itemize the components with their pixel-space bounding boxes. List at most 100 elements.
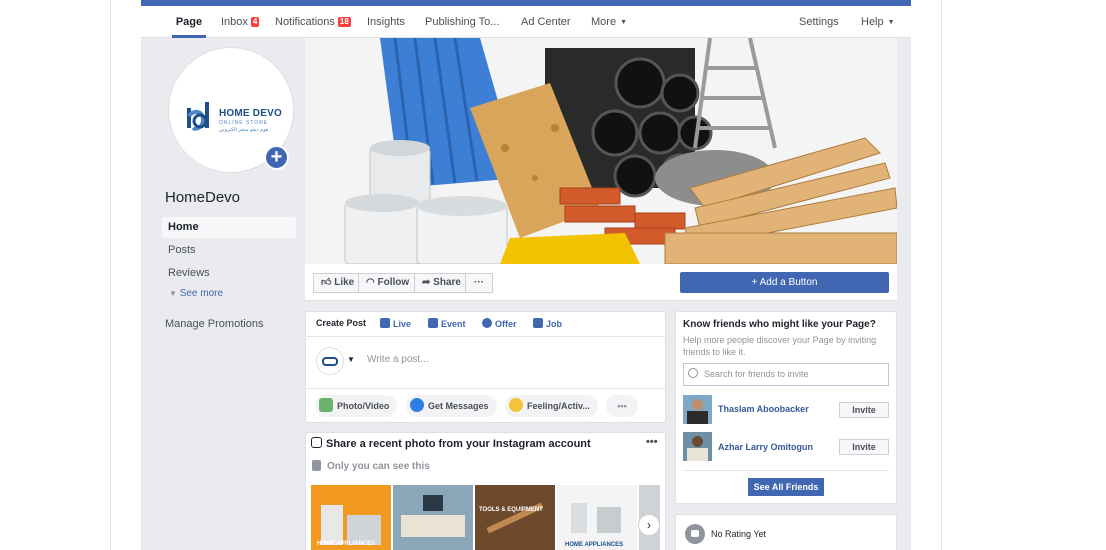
- photo-video-button[interactable]: Photo/Video: [315, 395, 398, 417]
- follow-label: Follow: [377, 277, 410, 288]
- friend-body: [687, 448, 708, 461]
- instagram-thumbnail[interactable]: HOME APPLIANCES: [557, 485, 637, 550]
- nav-item-reviews[interactable]: Reviews: [162, 263, 296, 284]
- nav-item-posts[interactable]: Posts: [162, 240, 296, 261]
- sofa-image: [401, 515, 465, 537]
- event-label: Event: [441, 319, 466, 329]
- like-label: Like: [334, 277, 355, 288]
- more-actions-button[interactable]: ···: [465, 273, 493, 293]
- get-messages-button[interactable]: Get Messages: [406, 395, 497, 417]
- update-profile-picture-plus-icon[interactable]: +: [264, 145, 289, 170]
- offer-label: Offer: [495, 319, 517, 329]
- poster-avatar[interactable]: [316, 347, 344, 375]
- event-tab[interactable]: Event: [428, 318, 466, 329]
- cover-photo[interactable]: [305, 38, 897, 264]
- share-arrow-icon: ➦: [422, 277, 431, 288]
- follow-button[interactable]: ◠ Follow: [358, 273, 418, 293]
- more-options-button[interactable]: •••: [606, 395, 638, 417]
- tab-publishing-tools[interactable]: Publishing To...: [425, 6, 499, 38]
- calendar-icon: [428, 318, 438, 328]
- audience-dropdown-icon[interactable]: ▼: [347, 355, 355, 364]
- more-dots-icon: ···: [474, 277, 484, 288]
- offer-tab[interactable]: Offer: [482, 318, 517, 329]
- tab-ad-center-label: Ad Center: [521, 16, 571, 28]
- divider: [305, 336, 666, 337]
- tab-insights-label: Insights: [367, 16, 405, 28]
- feeling-activity-label: Feeling/Activ...: [527, 401, 590, 411]
- instagram-thumbnail[interactable]: [393, 485, 473, 550]
- thumbs-up-icon: 👍︎: [321, 277, 332, 288]
- instagram-thumbnail[interactable]: HOME APPLIANCES: [311, 485, 391, 550]
- add-a-button[interactable]: + Add a Button: [680, 272, 889, 293]
- feeling-activity-button[interactable]: Feeling/Activ...: [505, 395, 598, 417]
- rating-speech-bubble-icon: [685, 524, 705, 544]
- divider: [683, 470, 889, 471]
- see-more-link[interactable]: ▼ See more: [169, 288, 223, 299]
- photo-video-label: Photo/Video: [337, 401, 390, 411]
- friend-body: [687, 411, 708, 424]
- instagram-card-title: Share a recent photo from your Instagram…: [326, 438, 591, 450]
- photo-icon: [319, 398, 333, 412]
- live-tab[interactable]: Live: [380, 318, 411, 329]
- fridge-image: [321, 505, 343, 545]
- page-tabs-bar: Page Inbox 4 Notifications 18 Insights Pub…: [141, 6, 911, 38]
- invite-button[interactable]: Invite: [839, 439, 889, 455]
- bubble-inner: [691, 530, 699, 537]
- friend-name[interactable]: Azhar Larry Omitogun: [718, 442, 813, 452]
- notifications-count-badge: 18: [337, 17, 351, 27]
- get-messages-label: Get Messages: [428, 401, 489, 411]
- tab-notifications[interactable]: Notifications 18: [275, 6, 351, 38]
- instagram-thumbnail[interactable]: TOOLS & EQUIPMENT: [475, 485, 555, 550]
- live-label: Live: [393, 319, 412, 329]
- triangle-down-icon: ▼: [169, 289, 177, 298]
- caret-down-icon: ▼: [887, 19, 895, 26]
- divider: [305, 388, 666, 389]
- search-icon: [688, 368, 698, 378]
- create-post-tab[interactable]: Create Post: [316, 318, 366, 328]
- see-more-label: See more: [179, 288, 224, 299]
- thumbnail-caption: TOOLS & EQUIPMENT: [479, 507, 543, 513]
- share-label: Share: [433, 277, 461, 288]
- tab-page[interactable]: Page: [172, 6, 206, 38]
- tab-settings[interactable]: Settings: [799, 6, 839, 38]
- card-options-icon[interactable]: •••: [646, 436, 658, 448]
- logo-subtitle: ONLINE STORE: [219, 120, 269, 126]
- logo-text: HOME DEVO: [219, 108, 282, 119]
- settings-label: Settings: [799, 16, 839, 28]
- search-friends-input[interactable]: Search for friends to invite: [683, 363, 889, 386]
- smiley-icon: [509, 398, 523, 412]
- tv-image: [423, 495, 443, 511]
- tab-ad-center[interactable]: Ad Center: [521, 6, 571, 38]
- homedevo-logo-icon: [187, 102, 209, 131]
- invite-button[interactable]: Invite: [839, 402, 889, 418]
- caret-down-icon: ▼: [620, 19, 627, 26]
- friend-avatar[interactable]: [683, 395, 712, 424]
- see-all-friends-button[interactable]: See All Friends: [748, 478, 824, 496]
- briefcase-icon: [533, 318, 543, 328]
- friend-face: [692, 399, 703, 410]
- tab-insights[interactable]: Insights: [367, 6, 405, 38]
- no-rating-text: No Rating Yet: [711, 529, 767, 539]
- invite-card-title: Know friends who might like your Page?: [683, 319, 876, 330]
- job-tab[interactable]: Job: [533, 318, 562, 329]
- tab-help[interactable]: Help ▼: [861, 6, 895, 38]
- tab-inbox[interactable]: Inbox 4: [221, 6, 260, 38]
- nav-item-home[interactable]: Home: [162, 217, 296, 238]
- write-post-input[interactable]: Write a post...: [367, 354, 429, 365]
- friend-name[interactable]: Thaslam Aboobacker: [718, 404, 809, 414]
- friend-face: [692, 436, 703, 447]
- lock-icon: [312, 460, 321, 471]
- job-label: Job: [546, 319, 563, 329]
- logo-arabic-text: هوم ديفو متجر الكتروني: [219, 127, 269, 133]
- friend-avatar[interactable]: [683, 432, 712, 461]
- manage-promotions-link[interactable]: Manage Promotions: [165, 318, 263, 330]
- offer-tag-icon: [482, 318, 492, 328]
- page-name[interactable]: HomeDevo: [165, 189, 240, 206]
- like-button[interactable]: 👍︎ Like: [313, 273, 363, 293]
- share-button[interactable]: ➦ Share: [414, 273, 469, 293]
- invite-card-subtitle: Help more people discover your Page by i…: [683, 335, 877, 357]
- tab-more[interactable]: More ▼: [591, 6, 627, 38]
- thumbnail-caption: HOME APPLIANCES: [565, 542, 624, 548]
- instagram-icon: [311, 437, 322, 448]
- carousel-next-chevron-icon[interactable]: ›: [638, 514, 660, 536]
